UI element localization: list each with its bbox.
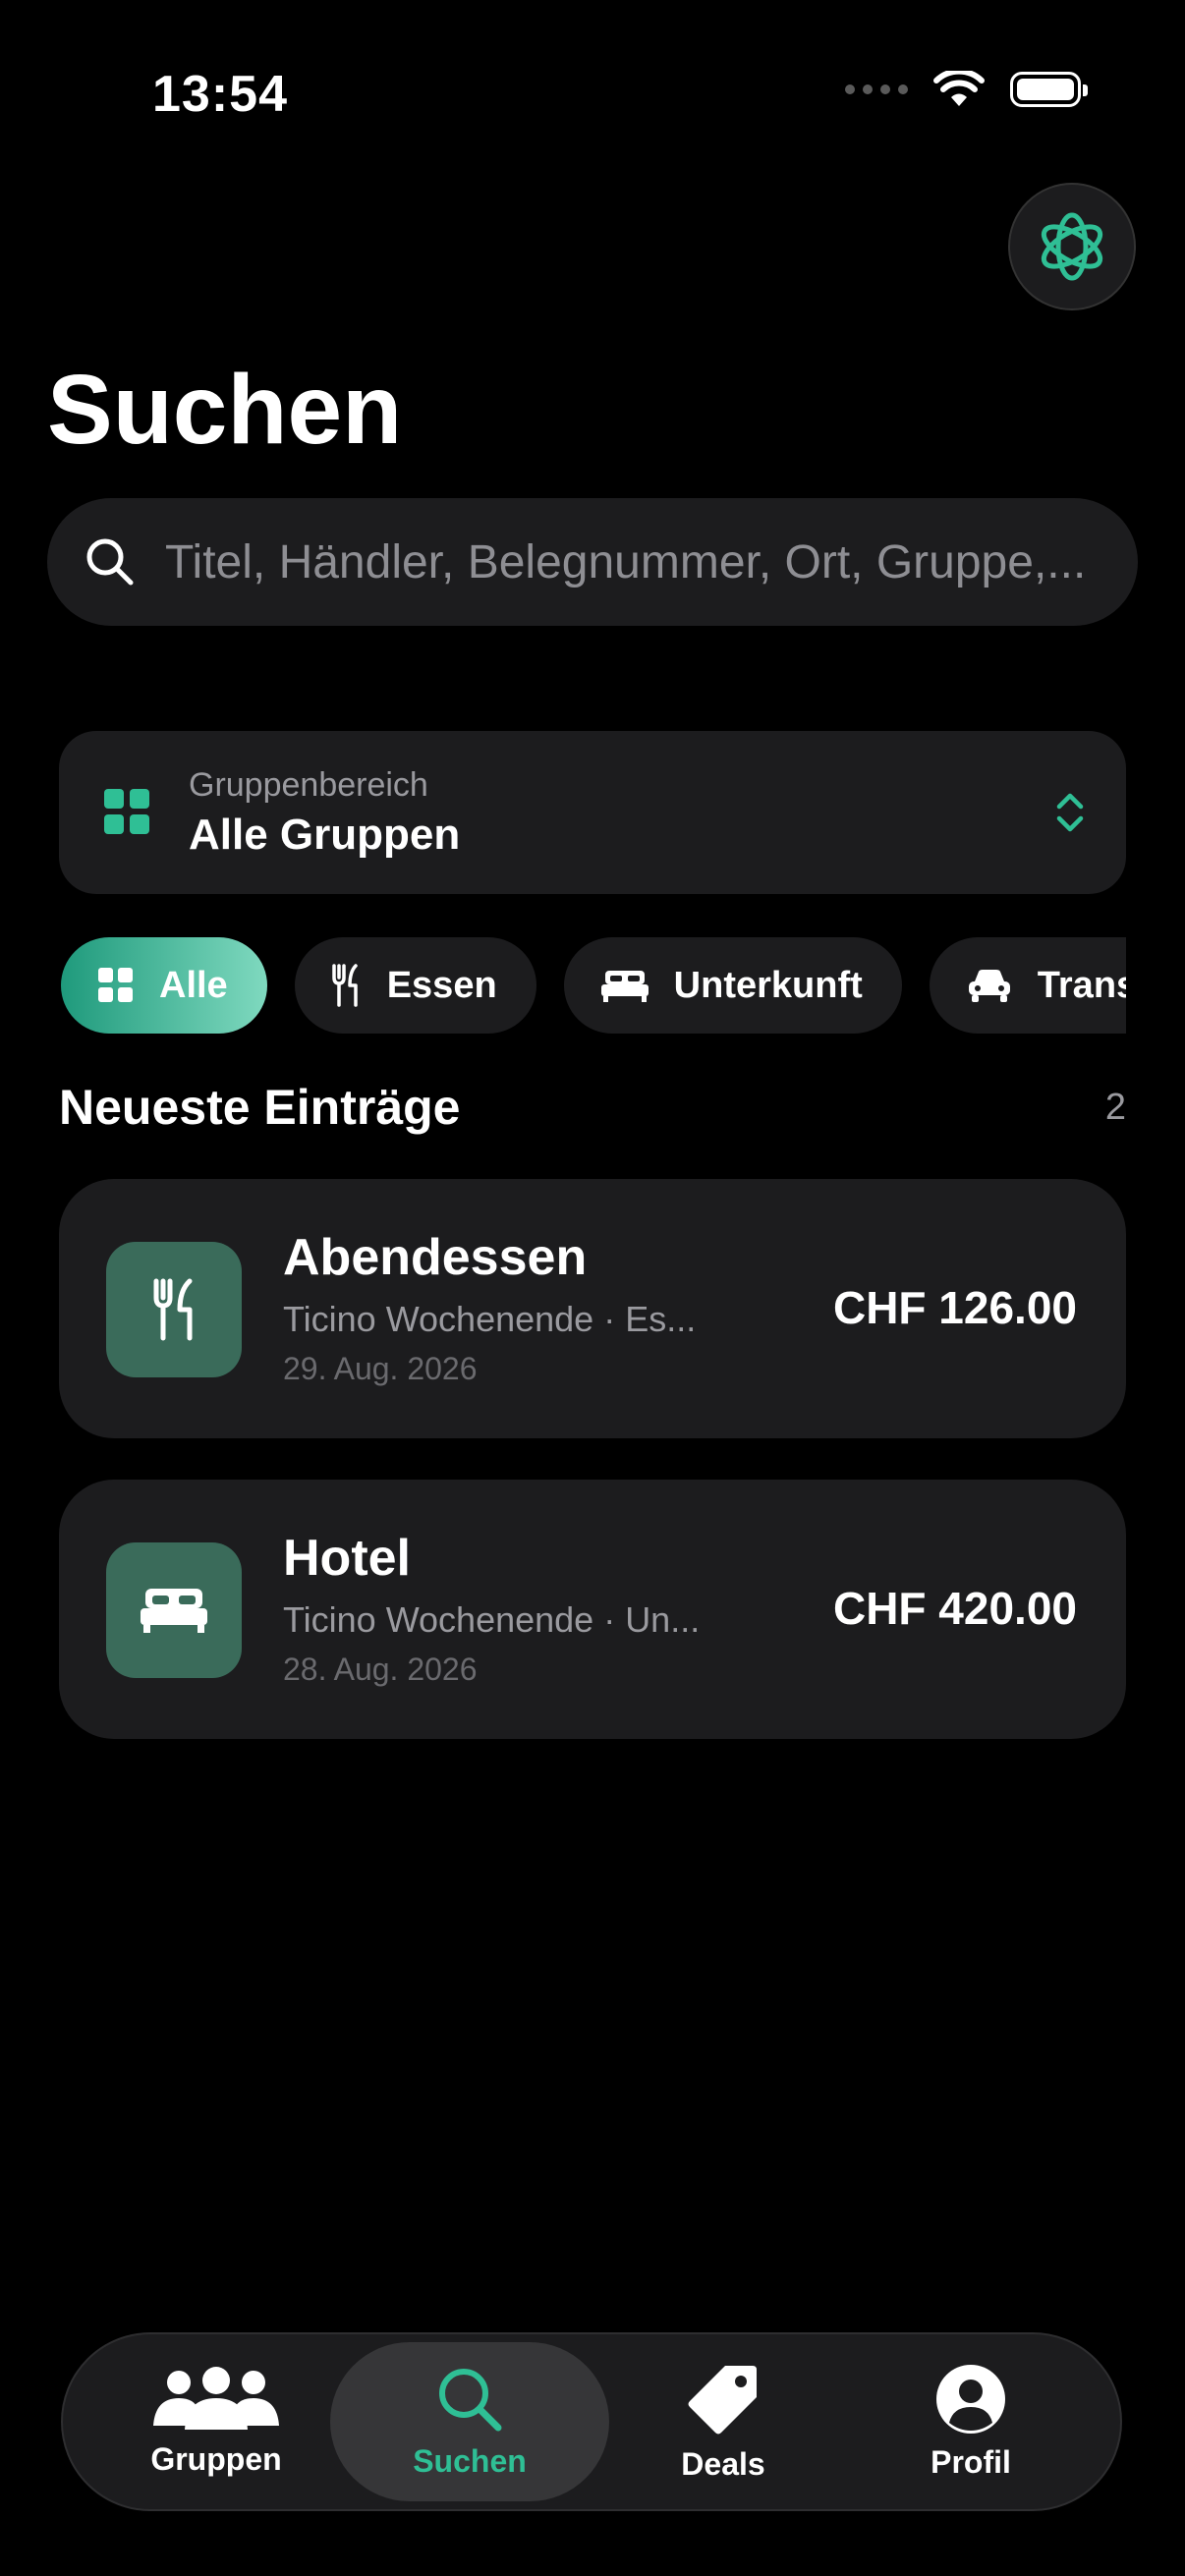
grid-icon xyxy=(104,789,149,834)
tab-deals[interactable]: Deals xyxy=(584,2342,863,2501)
entry-subtitle: Ticino Wochenende · Un... xyxy=(283,1599,701,1640)
wifi-icon xyxy=(933,71,985,106)
group-scope-selector[interactable]: Gruppenbereich Alle Gruppen xyxy=(59,731,1126,894)
page-title: Suchen xyxy=(47,355,403,465)
entry-title: Hotel xyxy=(283,1530,411,1587)
tab-profil[interactable]: Profil xyxy=(831,2342,1110,2501)
entry-card[interactable]: Abendessen Ticino Wochenende · Es... 29.… xyxy=(59,1179,1126,1438)
sparkle-icon xyxy=(1041,212,1103,281)
entry-date: 28. Aug. 2026 xyxy=(283,1652,478,1687)
person-circle-icon xyxy=(936,2364,1005,2434)
cellular-signal-icon xyxy=(845,84,908,94)
filter-chip-label: Transport xyxy=(1037,964,1126,1006)
entry-amount: CHF 126.00 xyxy=(832,1282,1077,1333)
search-bar[interactable] xyxy=(47,498,1138,626)
filter-chip-transport[interactable]: Transport xyxy=(929,937,1126,1034)
entry-date: 29. Aug. 2026 xyxy=(283,1351,478,1386)
category-filter-bar: Alle Essen Unterkunft Transport xyxy=(61,937,1126,1036)
bed-icon xyxy=(141,1589,207,1633)
search-input[interactable] xyxy=(163,533,1110,590)
bed-icon xyxy=(600,971,649,1002)
tab-bar: Gruppen Suchen Deals Profil xyxy=(61,2332,1122,2511)
tab-label: Gruppen xyxy=(150,2440,282,2477)
search-icon xyxy=(86,538,134,586)
entry-category-badge xyxy=(106,1542,242,1678)
car-icon xyxy=(968,970,1010,1002)
filter-chip-alle[interactable]: Alle xyxy=(61,937,267,1034)
entry-category-badge xyxy=(106,1242,242,1377)
tab-gruppen[interactable]: Gruppen xyxy=(77,2342,356,2501)
battery-icon xyxy=(1010,72,1088,107)
grid-icon xyxy=(98,968,133,1002)
filter-chip-essen[interactable]: Essen xyxy=(294,937,536,1034)
tab-suchen[interactable]: Suchen xyxy=(330,2342,609,2501)
section-title: Neueste Einträge xyxy=(59,1080,461,1135)
search-icon xyxy=(439,2368,502,2431)
fork-knife-icon xyxy=(331,964,358,1007)
filter-chip-label: Alle xyxy=(159,964,228,1006)
group-scope-caption: Gruppenbereich xyxy=(189,765,428,804)
people-icon xyxy=(153,2366,279,2430)
entry-card[interactable]: Hotel Ticino Wochenende · Un... 28. Aug.… xyxy=(59,1480,1126,1739)
filter-chip-label: Unterkunft xyxy=(673,964,863,1006)
filter-chip-unterkunft[interactable]: Unterkunft xyxy=(563,937,902,1034)
tab-label: Suchen xyxy=(413,2442,527,2479)
tag-icon xyxy=(688,2365,757,2434)
fork-knife-icon xyxy=(153,1278,193,1341)
entry-title: Abendessen xyxy=(283,1229,588,1286)
entry-amount: CHF 420.00 xyxy=(832,1583,1077,1634)
chevron-up-down-icon xyxy=(1056,793,1084,832)
status-time: 13:54 xyxy=(152,66,288,123)
filter-chip-label: Essen xyxy=(386,964,497,1006)
status-indicators xyxy=(845,71,1088,108)
ai-assistant-button[interactable] xyxy=(1008,183,1136,310)
tab-label: Profil xyxy=(931,2443,1011,2480)
entry-subtitle: Ticino Wochenende · Es... xyxy=(283,1299,697,1339)
tab-label: Deals xyxy=(681,2445,765,2482)
group-scope-value: Alle Gruppen xyxy=(189,810,461,859)
section-count: 2 xyxy=(1104,1087,1126,1128)
